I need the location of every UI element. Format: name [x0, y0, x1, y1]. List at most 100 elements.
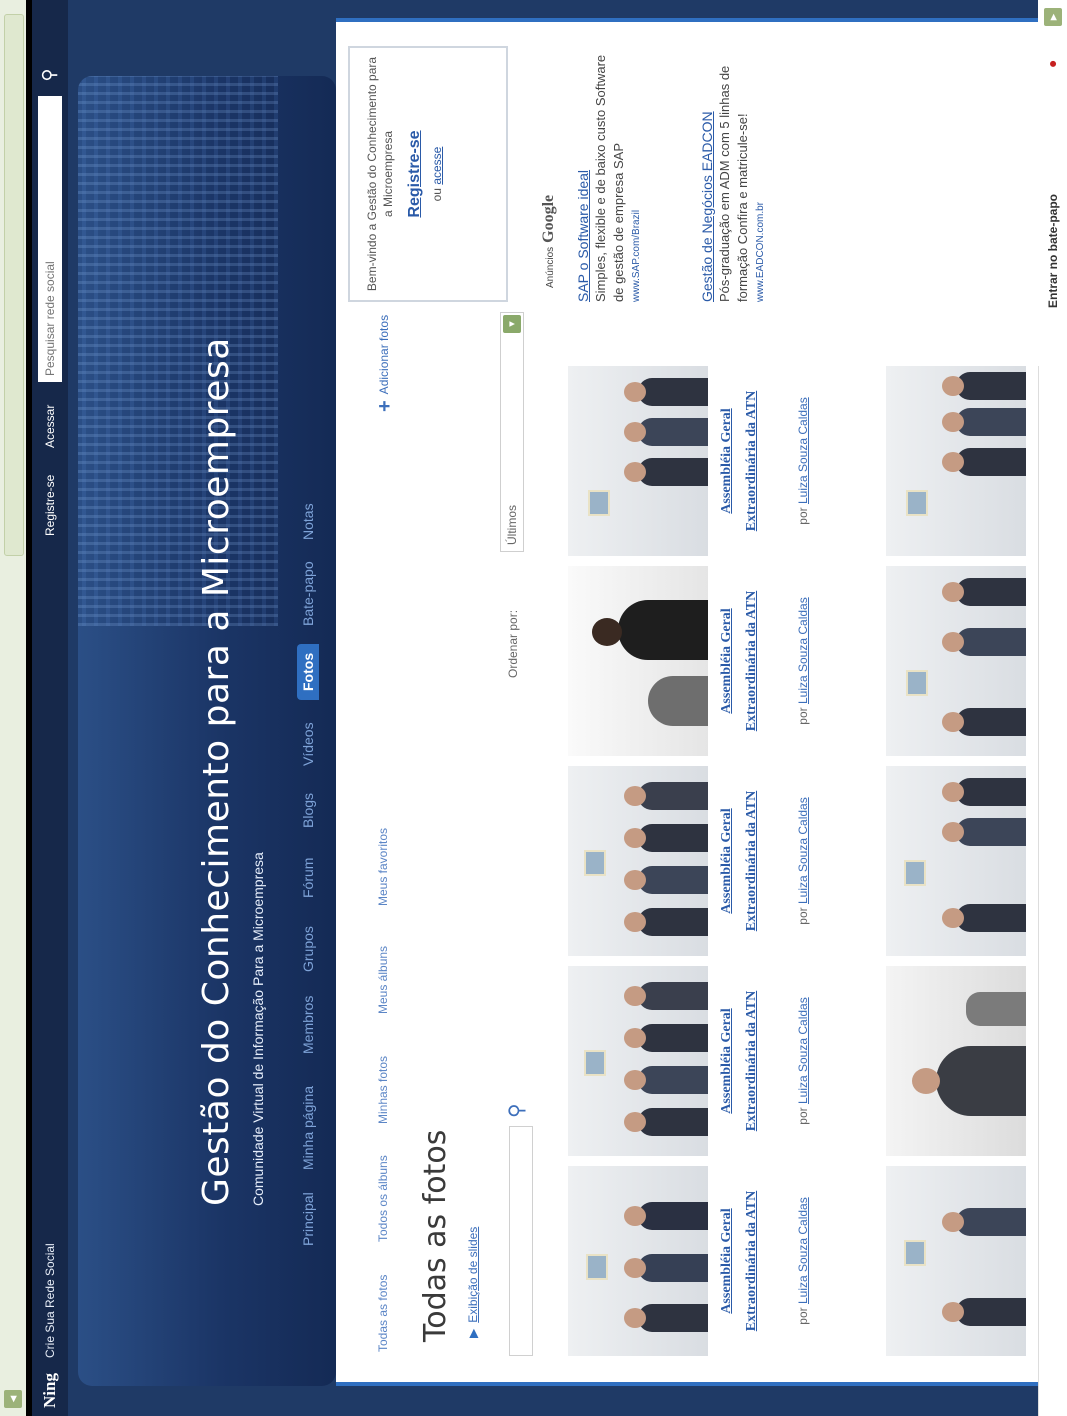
photo-person: [618, 600, 708, 660]
author-link[interactable]: Luiza Souza Caldas: [796, 397, 810, 504]
author-link[interactable]: Luiza Souza Caldas: [796, 997, 810, 1104]
photo-thumbnail[interactable]: [568, 1166, 708, 1356]
google-logo[interactable]: Google: [540, 195, 557, 243]
photo-head: [624, 870, 646, 890]
search-icon[interactable]: ⚲: [504, 1103, 529, 1118]
photo-thumbnail[interactable]: [568, 566, 708, 756]
photo-caption[interactable]: Assembléia Geral Extraordinária da ATN: [714, 566, 764, 756]
chat-status-icon: ●: [1044, 59, 1060, 68]
add-photos-link[interactable]: + Adicionar fotos: [374, 315, 397, 412]
photo-author: por Luiza Souza Caldas: [796, 1166, 810, 1356]
wall-picture: [584, 850, 606, 876]
author-link[interactable]: Luiza Souza Caldas: [796, 1197, 810, 1304]
photo-person: [956, 408, 1026, 436]
nav-videos[interactable]: Vídeos: [300, 722, 316, 766]
photo-author: por Luiza Souza Caldas: [796, 566, 810, 756]
photo-thumbnail[interactable]: [568, 766, 708, 956]
scrollbar-thumb[interactable]: [4, 14, 24, 556]
photo-background: [568, 566, 708, 756]
ad-title[interactable]: SAP o Software ideal: [574, 42, 592, 302]
photo-person: [638, 824, 708, 852]
nav-blogs[interactable]: Blogs: [300, 793, 316, 828]
register-link[interactable]: Registre-se: [43, 475, 57, 536]
author-prefix: por: [796, 507, 810, 525]
photo-person: [956, 1208, 1026, 1236]
author-link[interactable]: Luiza Souza Caldas: [796, 597, 810, 704]
nav-grupos[interactable]: Grupos: [300, 926, 316, 972]
chat-label[interactable]: Entrar no bate-papo: [1046, 194, 1060, 308]
photo-head: [624, 1258, 646, 1278]
photo-thumbnail[interactable]: [568, 366, 708, 556]
photo-thumbnail[interactable]: [886, 366, 1026, 556]
nav-minha-pagina[interactable]: Minha página: [300, 1086, 316, 1170]
photo-head: [942, 712, 964, 732]
photo-thumbnail[interactable]: [886, 566, 1026, 756]
scroll-left-arrow-icon[interactable]: ◂: [4, 1390, 22, 1408]
photo-person: [936, 1046, 1026, 1116]
photo-head: [624, 1028, 646, 1048]
sub-link-todas-fotos[interactable]: Todas as fotos: [376, 1275, 390, 1352]
photo-head: [942, 1302, 964, 1322]
photo-thumbnail[interactable]: [886, 1166, 1026, 1356]
chat-bar[interactable]: Entrar no bate-papo ●: [1040, 0, 1067, 366]
login-link[interactable]: acesse: [430, 147, 444, 185]
nav-principal[interactable]: Principal: [300, 1192, 316, 1246]
photo-head: [942, 632, 964, 652]
login-link[interactable]: Acessar: [43, 405, 57, 448]
photo-person: [956, 818, 1026, 846]
sub-link-meus-albuns[interactable]: Meus álbuns: [376, 946, 390, 1014]
rotated-screenshot: ◂ Ning Crie Sua Rede Social Registre-se …: [0, 0, 1067, 1416]
sub-link-minhas-fotos[interactable]: Minhas fotos: [376, 1056, 390, 1124]
photo-head: [624, 462, 646, 482]
or-text: ou: [430, 188, 444, 202]
ad-title[interactable]: Gestão de Negócios EADCON: [698, 42, 716, 302]
photo-caption[interactable]: Assembléia Geral Extraordinária da ATN: [714, 966, 764, 1156]
wall-picture: [588, 490, 610, 516]
photo-person: [638, 1108, 708, 1136]
ad-url[interactable]: www.EADCON.com.br: [752, 42, 770, 302]
photo-thumbnail[interactable]: [886, 966, 1026, 1156]
ning-logo[interactable]: Ning: [40, 1373, 60, 1408]
photo-thumbnail[interactable]: [568, 966, 708, 1156]
photo-head: [942, 412, 964, 432]
photo-person: [966, 992, 1026, 1026]
photo-search-input[interactable]: [509, 1126, 533, 1356]
search-input[interactable]: [38, 96, 62, 382]
wall-picture: [906, 670, 928, 696]
photo-head: [592, 618, 622, 646]
author-link[interactable]: Luiza Souza Caldas: [796, 797, 810, 904]
create-network-link[interactable]: Crie Sua Rede Social: [43, 1243, 57, 1358]
wall-picture: [906, 490, 928, 516]
scroll-right-arrow-icon[interactable]: ▸: [1044, 8, 1062, 26]
ad-item: SAP o Software ideal Simples, flexible e…: [574, 42, 646, 302]
plus-icon: +: [374, 400, 396, 412]
photo-author: por Luiza Souza Caldas: [796, 966, 810, 1156]
ad-item: Gestão de Negócios EADCON Pós-graduação …: [698, 42, 770, 302]
nav-fotos[interactable]: Fotos: [297, 643, 319, 700]
sub-link-todos-albuns[interactable]: Todos os álbuns: [376, 1155, 390, 1242]
photo-person: [638, 1024, 708, 1052]
ads-label: Anúncios: [545, 246, 556, 288]
slideshow-link[interactable]: ▶ Exibição de slides: [466, 1227, 480, 1338]
sort-select[interactable]: Últimos ▾: [500, 312, 524, 552]
photo-caption[interactable]: Assembléia Geral Extraordinária da ATN: [714, 766, 764, 956]
photo-head: [942, 908, 964, 928]
site-subtitle: Comunidade Virtual de Informação Para a …: [250, 852, 266, 1206]
photo-head: [942, 822, 964, 842]
horizontal-scrollbar[interactable]: ◂: [0, 0, 27, 1416]
wall-picture: [586, 1254, 608, 1280]
search-icon[interactable]: ⚲: [38, 60, 62, 90]
sub-link-meus-favoritos[interactable]: Meus favoritos: [376, 828, 390, 906]
site-title[interactable]: Gestão do Conhecimento para a Microempre…: [196, 337, 237, 1206]
sort-label: Ordenar por:: [506, 609, 520, 678]
nav-forum[interactable]: Fórum: [300, 858, 316, 898]
photo-head: [912, 1068, 940, 1094]
nav-notas[interactable]: Notas: [300, 503, 316, 540]
nav-bate-papo[interactable]: Bate-papo: [300, 561, 316, 626]
photo-thumbnail[interactable]: [886, 766, 1026, 956]
photo-caption[interactable]: Assembléia Geral Extraordinária da ATN: [714, 366, 764, 556]
register-link[interactable]: Registre-se: [406, 48, 424, 300]
ad-url[interactable]: www.SAP.com/Brazil: [628, 42, 646, 302]
nav-membros[interactable]: Membros: [300, 996, 316, 1054]
photo-caption[interactable]: Assembléia Geral Extraordinária da ATN: [714, 1166, 764, 1356]
